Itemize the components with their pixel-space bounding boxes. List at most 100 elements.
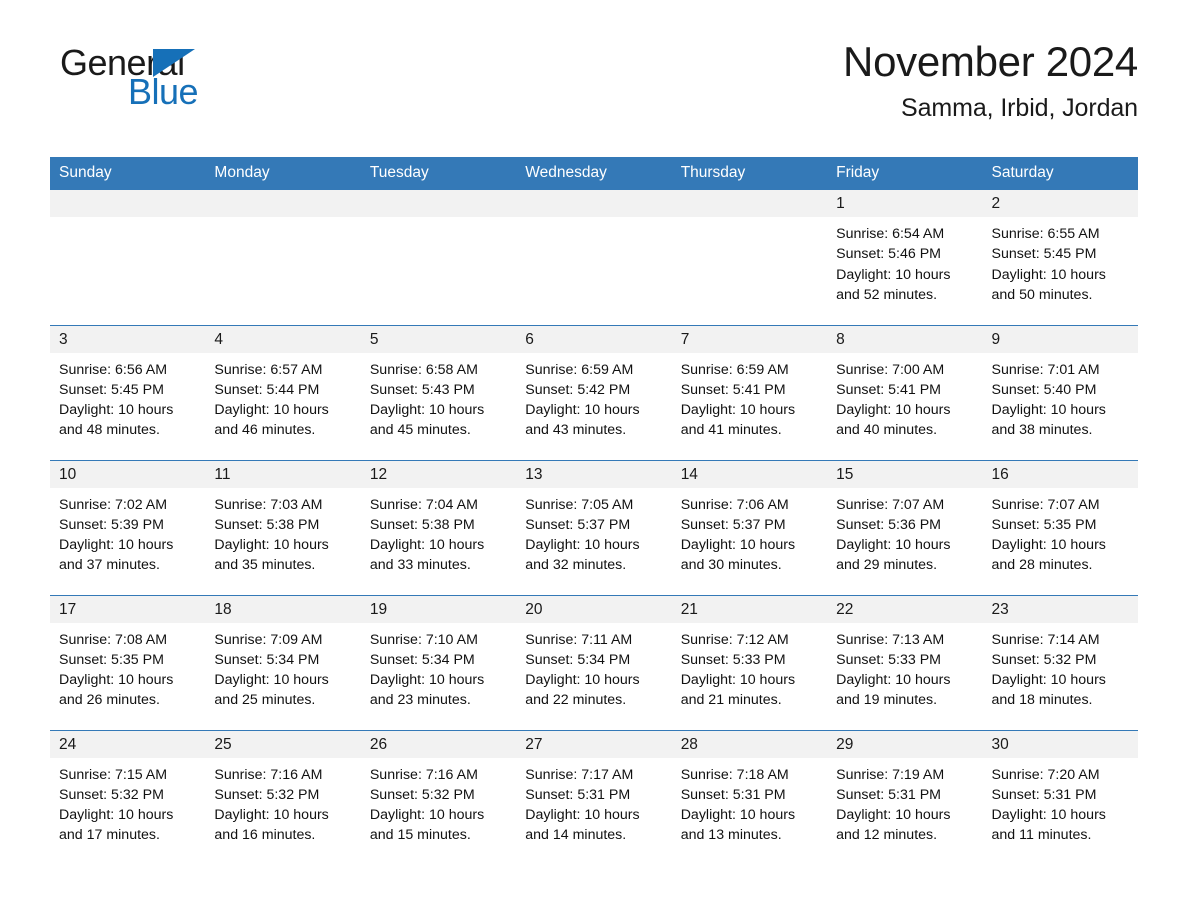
daylight-text-line2: and 38 minutes. xyxy=(991,422,1093,439)
day-number: 30 xyxy=(982,730,1138,758)
day-details: Sunrise: 7:07 AM Sunset: 5:35 PM Daylight:… xyxy=(983,488,1138,576)
weekday-header-tuesday: Tuesday xyxy=(360,157,517,190)
sunset-text: Sunset: 5:31 PM xyxy=(991,786,1097,803)
day-number: 22 xyxy=(827,595,983,623)
sunset-text: Sunset: 5:45 PM xyxy=(991,246,1097,263)
daylight-text-line2: and 19 minutes. xyxy=(836,692,938,709)
day-cell-1[interactable]: 1 Sunrise: 6:54 AM Sunset: 5:46 PM Daylight… xyxy=(827,190,983,325)
day-cell-27[interactable]: 27 Sunrise: 7:17 AM Sunset: 5:31 PM Dayligh… xyxy=(516,729,672,865)
day-cell-6[interactable]: 6 Sunrise: 6:59 AM Sunset: 5:42 PM Daylight… xyxy=(516,324,672,460)
day-cell-17[interactable]: 17 Sunrise: 7:08 AM Sunset: 5:35 PM Dayligh… xyxy=(50,594,206,730)
day-cell-19[interactable]: 19 Sunrise: 7:10 AM Sunset: 5:34 PM Dayligh… xyxy=(360,594,517,730)
day-cell-9[interactable]: 9 Sunrise: 7:01 AM Sunset: 5:40 PM Daylight… xyxy=(982,324,1138,460)
daylight-text-line2: and 16 minutes. xyxy=(214,827,316,844)
sunrise-text: Sunrise: 7:00 AM xyxy=(836,361,945,378)
day-cell-8[interactable]: 8 Sunrise: 7:00 AM Sunset: 5:41 PM Daylight… xyxy=(827,324,983,460)
day-number: 3 xyxy=(50,325,206,353)
day-cell-7[interactable]: 7 Sunrise: 6:59 AM Sunset: 5:41 PM Daylight… xyxy=(671,324,828,460)
day-cell-empty xyxy=(360,190,517,325)
day-cell-16[interactable]: 16 Sunrise: 7:07 AM Sunset: 5:35 PM Dayligh… xyxy=(982,459,1138,595)
day-cell-23[interactable]: 23 Sunrise: 7:14 AM Sunset: 5:32 PM Dayligh… xyxy=(982,594,1138,730)
day-number: 4 xyxy=(205,325,361,353)
daylight-text-line2: and 43 minutes. xyxy=(525,422,627,439)
day-cell-26[interactable]: 26 Sunrise: 7:16 AM Sunset: 5:32 PM Dayligh… xyxy=(360,729,517,865)
day-cell-14[interactable]: 14 Sunrise: 7:06 AM Sunset: 5:37 PM Dayligh… xyxy=(671,459,828,595)
sunset-text: Sunset: 5:32 PM xyxy=(59,786,164,803)
day-cell-12[interactable]: 12 Sunrise: 7:04 AM Sunset: 5:38 PM Dayligh… xyxy=(360,459,517,595)
day-cell-11[interactable]: 11 Sunrise: 7:03 AM Sunset: 5:38 PM Dayligh… xyxy=(205,459,361,595)
day-details: Sunrise: 7:09 AM Sunset: 5:34 PM Daylight:… xyxy=(205,623,360,711)
sunset-text: Sunset: 5:36 PM xyxy=(836,516,941,533)
sunset-text: Sunset: 5:37 PM xyxy=(680,516,786,533)
day-number: 1 xyxy=(827,190,983,217)
day-cell-15[interactable]: 15 Sunrise: 7:07 AM Sunset: 5:36 PM Dayligh… xyxy=(827,459,983,595)
daylight-text-line1: Daylight: 10 hours xyxy=(525,807,640,824)
daylight-text-line2: and 50 minutes. xyxy=(991,286,1093,303)
day-number: 19 xyxy=(360,595,517,623)
day-cell-24[interactable]: 24 Sunrise: 7:15 AM Sunset: 5:32 PM Dayligh… xyxy=(50,729,206,865)
daylight-text-line1: Daylight: 10 hours xyxy=(836,537,951,554)
sunset-text: Sunset: 5:38 PM xyxy=(369,516,475,533)
day-cell-3[interactable]: 3 Sunrise: 6:56 AM Sunset: 5:45 PM Daylight… xyxy=(50,324,206,460)
sunset-text: Sunset: 5:32 PM xyxy=(369,786,475,803)
day-cell-20[interactable]: 20 Sunrise: 7:11 AM Sunset: 5:34 PM Dayligh… xyxy=(516,594,672,730)
sunset-text: Sunset: 5:38 PM xyxy=(214,516,320,533)
sunrise-text: Sunrise: 7:14 AM xyxy=(991,631,1100,648)
sunrise-text: Sunrise: 7:07 AM xyxy=(836,496,945,513)
sunset-text: Sunset: 5:45 PM xyxy=(59,381,164,398)
day-cell-2[interactable]: 2 Sunrise: 6:55 AM Sunset: 5:45 PM Daylight… xyxy=(982,190,1138,325)
calendar-week-row: 3 Sunrise: 6:56 AM Sunset: 5:45 PM Daylight… xyxy=(50,324,1138,460)
day-cell-28[interactable]: 28 Sunrise: 7:18 AM Sunset: 5:31 PM Dayligh… xyxy=(671,729,828,865)
day-number: 18 xyxy=(205,595,361,623)
day-details: Sunrise: 6:55 AM Sunset: 5:45 PM Daylight:… xyxy=(983,217,1138,305)
day-details: Sunrise: 7:17 AM Sunset: 5:31 PM Daylight:… xyxy=(516,758,671,846)
daylight-text-line2: and 45 minutes. xyxy=(369,422,471,439)
day-details: Sunrise: 7:10 AM Sunset: 5:34 PM Daylight:… xyxy=(361,623,516,711)
daylight-text-line1: Daylight: 10 hours xyxy=(680,672,796,689)
sunset-text: Sunset: 5:41 PM xyxy=(680,381,786,398)
day-cell-18[interactable]: 18 Sunrise: 7:09 AM Sunset: 5:34 PM Dayligh… xyxy=(205,594,361,730)
daylight-text-line1: Daylight: 10 hours xyxy=(369,537,485,554)
daylight-text-line2: and 21 minutes. xyxy=(680,692,782,709)
sunrise-text: Sunrise: 7:16 AM xyxy=(214,766,323,783)
daylight-text-line2: and 18 minutes. xyxy=(991,692,1093,709)
sunrise-text: Sunrise: 6:58 AM xyxy=(369,361,478,378)
day-cell-25[interactable]: 25 Sunrise: 7:16 AM Sunset: 5:32 PM Dayligh… xyxy=(205,729,361,865)
sunrise-text: Sunrise: 7:13 AM xyxy=(836,631,945,648)
daylight-text-line1: Daylight: 10 hours xyxy=(991,537,1106,554)
day-cell-30[interactable]: 30 Sunrise: 7:20 AM Sunset: 5:31 PM Dayligh… xyxy=(982,729,1138,865)
sunrise-text: Sunrise: 7:11 AM xyxy=(525,631,633,648)
day-cell-22[interactable]: 22 Sunrise: 7:13 AM Sunset: 5:33 PM Dayligh… xyxy=(827,594,983,730)
daylight-text-line2: and 15 minutes. xyxy=(369,827,471,844)
daylight-text-line1: Daylight: 10 hours xyxy=(59,672,174,689)
sunset-text: Sunset: 5:42 PM xyxy=(525,381,631,398)
day-cell-29[interactable]: 29 Sunrise: 7:19 AM Sunset: 5:31 PM Dayligh… xyxy=(827,729,983,865)
day-number: 8 xyxy=(827,325,983,353)
day-cell-5[interactable]: 5 Sunrise: 6:58 AM Sunset: 5:43 PM Daylight… xyxy=(360,324,517,460)
day-cell-10[interactable]: 10 Sunrise: 7:02 AM Sunset: 5:39 PM Dayligh… xyxy=(50,459,206,595)
daylight-text-line2: and 46 minutes. xyxy=(214,422,316,439)
logo-text-blue: Blue xyxy=(128,71,199,112)
sunrise-text: Sunrise: 7:17 AM xyxy=(525,766,634,783)
sunset-text: Sunset: 5:41 PM xyxy=(836,381,941,398)
day-cell-4[interactable]: 4 Sunrise: 6:57 AM Sunset: 5:44 PM Daylight… xyxy=(205,324,361,460)
sunrise-text: Sunrise: 7:08 AM xyxy=(59,631,168,648)
daylight-text-line2: and 33 minutes. xyxy=(369,557,471,574)
daylight-text-line1: Daylight: 10 hours xyxy=(369,672,485,689)
day-number: 11 xyxy=(205,460,361,488)
day-number: 17 xyxy=(50,595,206,623)
day-cell-13[interactable]: 13 Sunrise: 7:05 AM Sunset: 5:37 PM Dayligh… xyxy=(516,459,672,595)
daylight-text-line1: Daylight: 10 hours xyxy=(680,402,796,419)
sunrise-text: Sunrise: 6:55 AM xyxy=(991,226,1100,242)
day-details: Sunrise: 6:54 AM Sunset: 5:46 PM Daylight:… xyxy=(827,217,982,305)
daylight-text-line2: and 30 minutes. xyxy=(680,557,782,574)
daylight-text-line2: and 28 minutes. xyxy=(991,557,1093,574)
sunset-text: Sunset: 5:44 PM xyxy=(214,381,320,398)
daylight-text-line2: and 14 minutes. xyxy=(525,827,627,844)
sunset-text: Sunset: 5:34 PM xyxy=(369,651,475,668)
daylight-text-line1: Daylight: 10 hours xyxy=(214,402,329,419)
general-blue-logo[interactable]: General Blue xyxy=(50,40,250,112)
daylight-text-line2: and 48 minutes. xyxy=(59,422,160,439)
day-details: Sunrise: 7:16 AM Sunset: 5:32 PM Daylight:… xyxy=(205,758,360,846)
day-cell-21[interactable]: 21 Sunrise: 7:12 AM Sunset: 5:33 PM Dayligh… xyxy=(671,594,828,730)
